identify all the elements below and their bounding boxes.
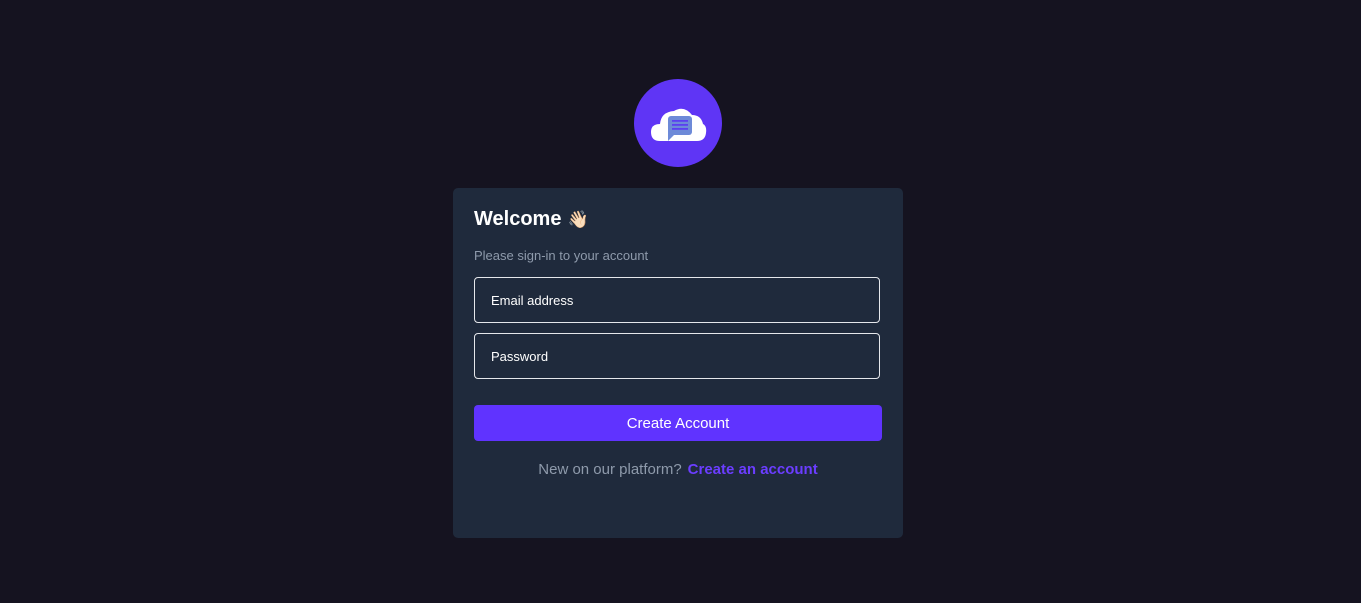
signup-prompt-text: New on our platform? (538, 461, 682, 478)
waving-hand-icon: 👋🏻 (567, 210, 589, 229)
cloud-chat-icon (651, 108, 707, 141)
app-logo (634, 79, 722, 167)
welcome-text: Welcome (474, 208, 562, 230)
create-account-link[interactable]: Create an account (688, 461, 818, 478)
password-input[interactable] (474, 333, 880, 379)
welcome-heading: Welcome 👋🏻 (474, 208, 589, 231)
create-account-button[interactable]: Create Account (474, 405, 882, 441)
subtitle: Please sign-in to your account (474, 248, 649, 263)
signup-prompt: New on our platform? Create an account (453, 461, 903, 478)
email-input[interactable] (474, 277, 880, 323)
login-card: Welcome 👋🏻 Please sign-in to your account… (453, 188, 903, 538)
